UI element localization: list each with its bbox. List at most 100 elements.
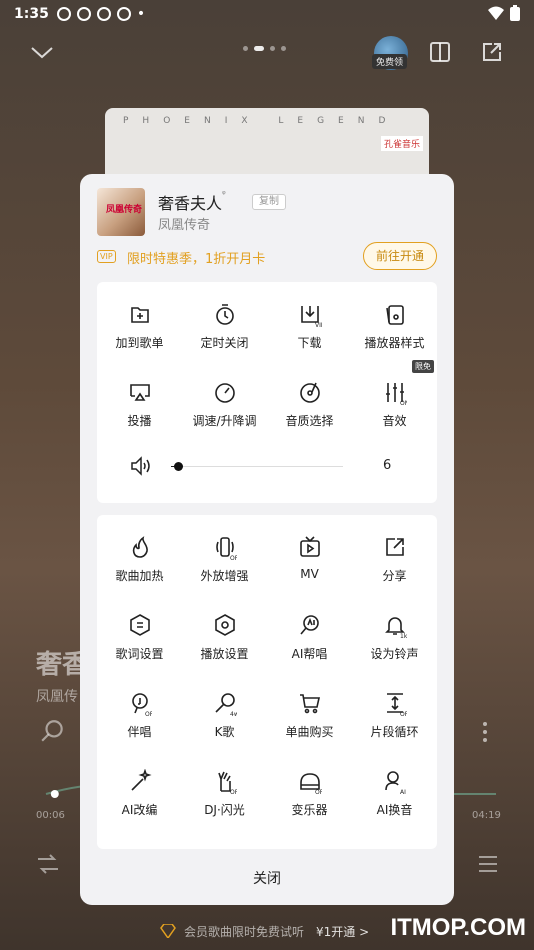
menu-card-primary: 加到歌单 定时关闭 VIP 下载 播放器样式投播 调速/升降调 音质选择 ON 音效 限免 6 xyxy=(97,282,437,503)
promo-text: 会员歌曲限时免费试听 xyxy=(184,924,305,939)
notification-app-icon xyxy=(116,7,131,21)
menu-item-mic[interactable]: 4w K歌 xyxy=(182,681,267,759)
cart-icon xyxy=(300,694,320,714)
wifi-icon xyxy=(488,6,504,20)
menu-item-ai-sing[interactable]: AI帮唱 xyxy=(267,603,352,681)
status-dot: • xyxy=(136,6,146,22)
more-icon[interactable] xyxy=(476,720,494,744)
add-to-playlist-icon xyxy=(131,307,149,323)
menu-item-piano[interactable]: OFF 变乐器 xyxy=(267,759,352,837)
volume-slider[interactable] xyxy=(171,462,343,471)
song-header: 凤凰传奇 奢香夫人ᵠ 复制 凤凰传奇 xyxy=(97,188,437,238)
menu-item-add-to-playlist[interactable]: 加到歌单 xyxy=(97,292,182,370)
menu-item-cast[interactable]: 投播 xyxy=(97,370,182,448)
copy-button[interactable]: 复制 xyxy=(252,194,286,210)
speed-icon xyxy=(215,383,235,403)
menu-item-label: AI帮唱 xyxy=(291,647,328,661)
bg-artist: 凤凰传 xyxy=(36,689,78,705)
ai-sing-icon xyxy=(300,615,319,635)
svg-text:OFF: OFF xyxy=(400,711,407,717)
download-icon: VIP xyxy=(301,306,322,328)
menu-item-speaker-boost[interactable]: OFF 外放增强 xyxy=(182,525,267,603)
menu-item-label: 调速/升降调 xyxy=(192,414,257,428)
menu-item-loop-segment[interactable]: OFF 片段循环 xyxy=(352,681,437,759)
limited-free-badge: 限免 xyxy=(412,360,434,373)
page-dot xyxy=(281,46,286,51)
loop-segment-icon: OFF xyxy=(387,693,407,717)
menu-item-label: 分享 xyxy=(382,569,407,583)
menu-item-lyrics[interactable]: 歌词设置 xyxy=(97,603,182,681)
menu-item-label: 下载 xyxy=(297,336,322,350)
menu-item-label: 投播 xyxy=(127,414,152,428)
song-title[interactable]: 奢香夫人ᵠ xyxy=(158,190,226,214)
menu-item-speed[interactable]: 调速/升降调 xyxy=(182,370,267,448)
menu-card-secondary: 歌曲加热 OFF 外放增强 MV 分享歌词设置 播放设置 AI帮唱 1k 设为铃声 OFF 伴唱 4w… xyxy=(97,515,437,849)
menu-item-dj[interactable]: OFF DJ·闪光 xyxy=(182,759,267,837)
page-dot xyxy=(243,46,248,51)
menu-item-label: 播放器样式 xyxy=(364,336,425,350)
flame-icon xyxy=(132,536,148,558)
free-tag: 免费领 xyxy=(372,54,408,69)
notification-k-icon xyxy=(56,7,71,21)
artist-name[interactable]: 凤凰传奇 xyxy=(158,214,210,233)
cover-logo: 孔雀音乐 xyxy=(380,136,423,151)
svg-text:VIP: VIP xyxy=(315,322,322,328)
menu-item-player-style[interactable]: 播放器样式 xyxy=(352,292,437,370)
dj-icon: OFF xyxy=(218,771,237,795)
menu-item-label: 音质选择 xyxy=(285,414,334,428)
menu-item-ringtone[interactable]: 1k 设为铃声 xyxy=(352,603,437,681)
menu-item-cart[interactable]: 单曲购买 xyxy=(267,681,352,759)
menu-item-mv[interactable]: MV xyxy=(267,525,352,603)
share-out-icon[interactable] xyxy=(480,40,504,64)
shuffle-icon[interactable] xyxy=(36,852,60,876)
vip-open-button[interactable]: 前往开通 xyxy=(363,242,437,270)
search-icon[interactable] xyxy=(40,718,66,744)
player-style-icon xyxy=(386,305,404,325)
menu-item-karaoke[interactable]: OFF 伴唱 xyxy=(97,681,182,759)
close-button[interactable]: 关闭 xyxy=(80,858,454,900)
svg-text:OFF: OFF xyxy=(230,555,237,561)
volume-knob[interactable] xyxy=(173,462,183,471)
menu-grid-secondary: 歌曲加热 OFF 外放增强 MV 分享歌词设置 播放设置 AI帮唱 1k 设为铃声 OFF 伴唱 4w… xyxy=(97,525,437,837)
menu-item-download[interactable]: VIP 下载 xyxy=(267,292,352,370)
layout-icon[interactable] xyxy=(428,40,452,64)
page-dot xyxy=(254,46,264,51)
menu-item-label: 单曲购买 xyxy=(285,725,334,739)
settings-icon xyxy=(215,614,235,636)
vip-promo-row: VIP 限时特惠季，1折开月卡 前往开通 xyxy=(97,242,437,272)
status-time: 1:35 xyxy=(14,6,49,22)
diamond-icon xyxy=(160,924,176,938)
svg-text:1k: 1k xyxy=(400,633,407,639)
speaker-boost-icon: OFF xyxy=(216,537,237,561)
menu-item-label: AI换音 xyxy=(376,803,413,817)
volume-row: 6 xyxy=(97,446,437,486)
status-bar: 1:35 • xyxy=(0,0,534,28)
menu-item-share[interactable]: 分享 xyxy=(352,525,437,603)
menu-item-label: 定时关闭 xyxy=(200,336,249,350)
svg-text:AI: AI xyxy=(400,789,406,795)
share-icon xyxy=(386,538,404,556)
menu-item-ai-voice[interactable]: AI AI换音 xyxy=(352,759,437,837)
svg-text:OFF: OFF xyxy=(230,789,237,795)
menu-item-timer[interactable]: 定时关闭 xyxy=(182,292,267,370)
promo-cta[interactable]: ¥1开通 > xyxy=(316,923,369,940)
menu-item-label: 外放增强 xyxy=(200,569,249,583)
menu-item-settings[interactable]: 播放设置 xyxy=(182,603,267,681)
vip-promo-text: 限时特惠季，1折开月卡 xyxy=(127,252,266,267)
menu-item-ai-remix[interactable]: AI改编 xyxy=(97,759,182,837)
ai-voice-icon: AI xyxy=(385,771,406,795)
menu-item-audio-quality[interactable]: 音质选择 xyxy=(267,370,352,448)
svg-text:4w: 4w xyxy=(230,711,237,717)
menu-item-label: AI改编 xyxy=(121,803,158,817)
piano-icon: OFF xyxy=(300,773,322,795)
timer-icon xyxy=(216,304,234,325)
menu-item-equalizer[interactable]: ON 音效 限免 xyxy=(352,360,437,448)
svg-text:OFF: OFF xyxy=(315,789,322,795)
audio-quality-icon xyxy=(300,382,320,403)
volume-icon[interactable] xyxy=(129,454,153,478)
album-art: 凤凰传奇 xyxy=(97,188,145,236)
menu-item-label: K歌 xyxy=(214,725,235,739)
menu-item-flame[interactable]: 歌曲加热 xyxy=(97,525,182,603)
chevron-down-icon[interactable] xyxy=(30,40,54,64)
playlist-icon[interactable] xyxy=(476,852,500,876)
